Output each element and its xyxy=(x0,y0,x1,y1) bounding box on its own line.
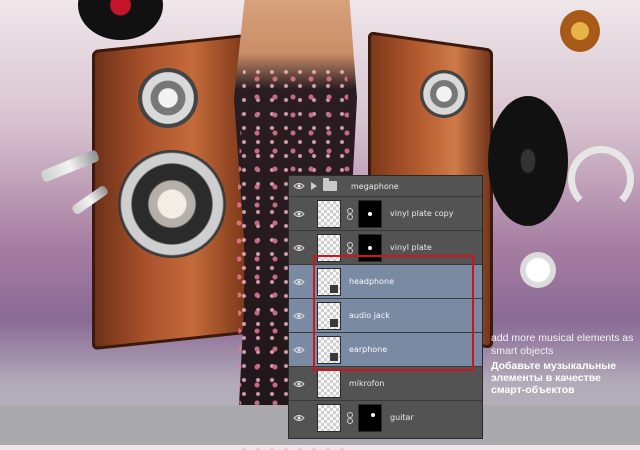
eye-icon[interactable] xyxy=(289,333,309,366)
headphones-image xyxy=(568,146,634,212)
link-chain-icon[interactable] xyxy=(344,411,356,425)
layer-mask-thumbnail[interactable] xyxy=(358,403,382,432)
layer-mask-thumbnail[interactable] xyxy=(358,199,382,228)
eye-icon[interactable] xyxy=(289,265,309,298)
smart-object-thumbnail xyxy=(317,267,341,296)
layer-thumbnail xyxy=(317,403,341,432)
layer-row-selected[interactable]: audio jack xyxy=(289,299,482,333)
layers-panel: megaphone vinyl plate copy vinyl plate h… xyxy=(288,175,483,439)
link-chain-icon[interactable] xyxy=(344,207,356,221)
tweeter-image xyxy=(420,70,468,118)
eye-icon[interactable] xyxy=(289,401,309,434)
layer-thumbnail xyxy=(317,233,341,262)
guitar-image xyxy=(560,10,600,52)
eye-icon[interactable] xyxy=(289,197,309,230)
eye-icon[interactable] xyxy=(289,231,309,264)
folder-icon xyxy=(323,178,337,191)
smart-object-icon xyxy=(329,317,339,328)
layer-row-selected[interactable]: headphone xyxy=(289,265,482,299)
layer-name: guitar xyxy=(390,413,414,422)
layer-row-selected[interactable]: earphone xyxy=(289,333,482,367)
layer-group-name: megaphone xyxy=(351,181,399,191)
vinyl-record-image xyxy=(78,0,163,40)
smart-object-icon xyxy=(329,351,339,362)
earphone-image xyxy=(520,252,556,288)
layer-name: headphone xyxy=(349,277,395,286)
vinyl-record-image xyxy=(488,96,568,226)
layer-row[interactable]: guitar xyxy=(289,401,482,434)
woofer-image xyxy=(118,150,226,258)
layer-row[interactable]: vinyl plate xyxy=(289,231,482,265)
caption-russian: Добавьте музыкальные элементы в качестве… xyxy=(491,360,617,396)
layer-thumbnail xyxy=(317,369,341,398)
layer-name: mikrofon xyxy=(349,379,385,388)
eye-icon[interactable] xyxy=(289,176,309,196)
layer-name: vinyl plate xyxy=(390,243,432,252)
layer-group-row[interactable]: megaphone xyxy=(289,176,482,197)
caption-english: add more musical elements as smart objec… xyxy=(491,332,634,357)
layer-thumbnail xyxy=(317,199,341,228)
smart-object-thumbnail xyxy=(317,301,341,330)
layer-name: vinyl plate copy xyxy=(390,209,454,218)
layer-name: audio jack xyxy=(349,311,390,320)
smart-object-thumbnail xyxy=(317,335,341,364)
layer-row[interactable]: vinyl plate copy xyxy=(289,197,482,231)
eye-icon[interactable] xyxy=(289,299,309,332)
layer-name: earphone xyxy=(349,345,388,354)
layer-mask-thumbnail[interactable] xyxy=(358,233,382,262)
tweeter-image xyxy=(138,68,198,128)
triangle-right-icon[interactable] xyxy=(309,182,319,190)
link-chain-icon[interactable] xyxy=(344,241,356,255)
eye-icon[interactable] xyxy=(289,367,309,400)
smart-object-icon xyxy=(329,283,339,294)
layer-row[interactable]: mikrofon xyxy=(289,367,482,401)
